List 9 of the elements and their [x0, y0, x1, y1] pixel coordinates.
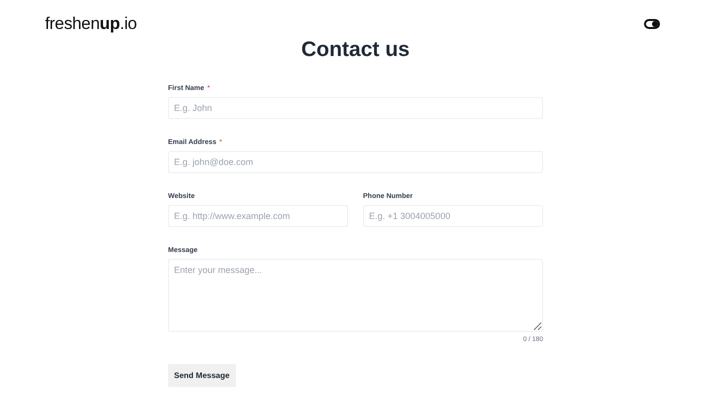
input-field[interactable]: E.g. John: [168, 97, 543, 119]
logo[interactable]: freshenup.io: [45, 14, 137, 34]
input-field[interactable]: E.g. +1 3004005000: [363, 205, 543, 227]
input-field[interactable]: E.g. http://www.example.com: [168, 205, 348, 227]
page-title: Contact us: [300, 38, 411, 62]
send-button[interactable]: Send Message: [168, 364, 236, 387]
theme-toggle-icon[interactable]: [644, 19, 660, 29]
input-field[interactable]: E.g. john@doe.com: [168, 151, 543, 173]
message-field[interactable]: Enter your message...: [168, 259, 543, 332]
